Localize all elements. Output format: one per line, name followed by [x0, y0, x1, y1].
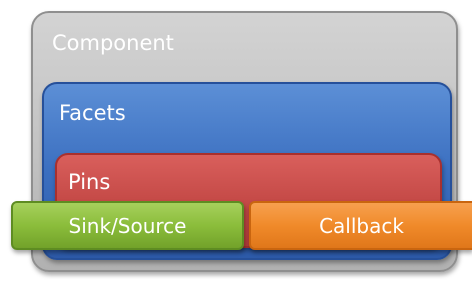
callback-label: Callback	[319, 214, 404, 238]
component-label: Component	[52, 31, 174, 55]
pins-label: Pins	[68, 170, 111, 194]
sink-source-label: Sink/Source	[68, 214, 187, 238]
sink-source-box: Sink/Source	[11, 201, 244, 250]
callback-box: Callback	[249, 201, 472, 250]
facets-label: Facets	[59, 101, 126, 125]
